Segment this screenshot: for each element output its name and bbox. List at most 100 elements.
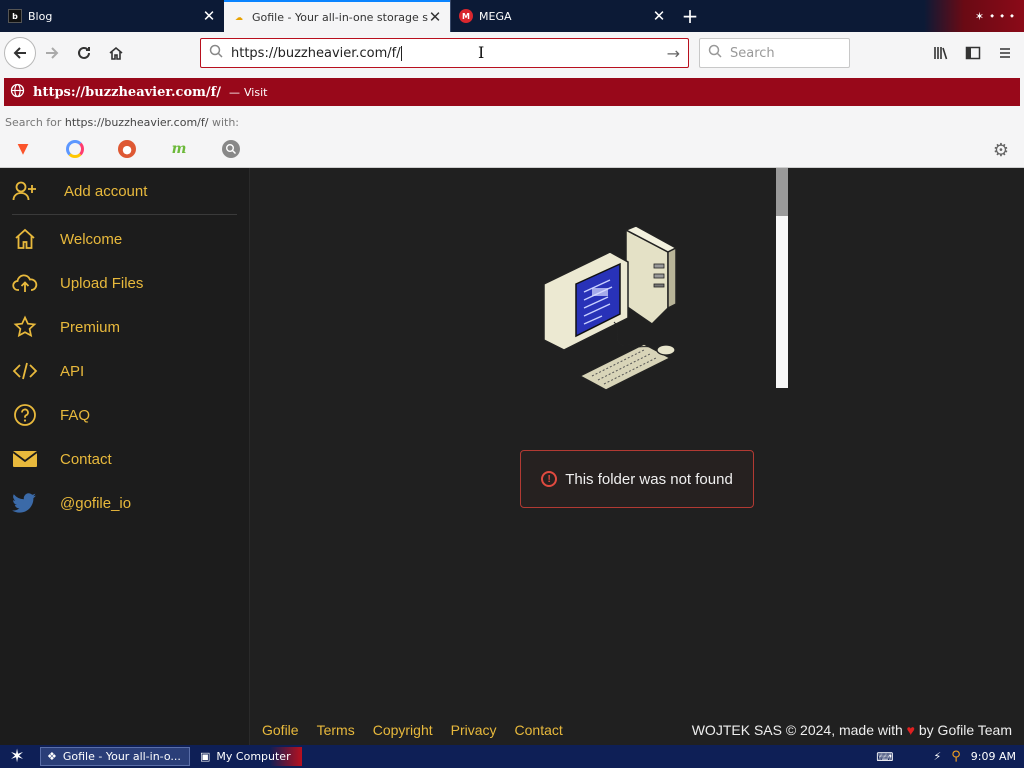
computer-icon: ▣: [200, 750, 211, 763]
warning-icon: !: [541, 471, 558, 487]
hamburger-icon: [1000, 48, 1010, 58]
other-search-icon[interactable]: [222, 140, 240, 158]
tab-strip: b Blog ✕ ☁ Gofile - Your all-in-one stor…: [0, 0, 1024, 32]
search-engines: ▼ ● m: [14, 140, 240, 158]
library-button[interactable]: [930, 37, 952, 69]
tab-title: MEGA: [479, 9, 512, 23]
search-for-label: Search for https://buzzheavier.com/f/ wi…: [5, 116, 240, 129]
library-icon: [934, 47, 948, 60]
search-box[interactable]: Search: [699, 38, 850, 68]
star-icon: [12, 314, 38, 340]
sidebar-item-label: Upload Files: [60, 274, 144, 292]
keyboard-icon[interactable]: ⌨: [876, 750, 893, 764]
taskbar-item-gofile[interactable]: ❖ Gofile - Your all-in-o...: [40, 747, 190, 766]
blog-favicon-icon: b: [8, 9, 22, 23]
toolbar-right: [930, 37, 1016, 69]
start-button[interactable]: ✶: [0, 745, 34, 768]
navigation-toolbar: https://buzzheavier.com/f/ → I Search: [0, 32, 1024, 74]
gofile-favicon-icon: ☁: [235, 12, 243, 22]
footer-link-gofile[interactable]: Gofile: [262, 722, 299, 738]
new-tab-button[interactable]: +: [674, 0, 706, 32]
address-input[interactable]: https://buzzheavier.com/f/: [231, 45, 667, 61]
close-icon[interactable]: ✕: [428, 10, 442, 25]
sidebar-icon: [965, 46, 981, 60]
close-icon[interactable]: ✕: [652, 9, 666, 24]
browser-icon: ❖: [47, 750, 57, 763]
clock: 9:09 AM: [970, 750, 1016, 763]
question-icon: [12, 402, 38, 428]
taskbar: ✶ ❖ Gofile - Your all-in-o... ▣ My Compu…: [0, 745, 1024, 768]
sidebar-toggle-button[interactable]: [962, 37, 984, 69]
star-icon: ✶: [974, 9, 985, 23]
taskbar-item-my-computer[interactable]: ▣ My Computer: [194, 747, 302, 766]
maximize-icon[interactable]: ⬩: [1000, 9, 1004, 23]
sidebar-item-welcome[interactable]: Welcome: [12, 224, 122, 254]
add-account-button[interactable]: Add account: [12, 176, 147, 206]
sidebar-item-api[interactable]: API: [12, 356, 84, 386]
go-arrow-icon[interactable]: →: [667, 44, 680, 63]
error-message-box: ! This folder was not found: [520, 450, 754, 508]
search-icon[interactable]: ⚲: [951, 749, 961, 764]
home-icon: [12, 226, 38, 252]
globe-icon: [10, 83, 25, 102]
sidebar-item-twitter[interactable]: @gofile_io: [12, 488, 131, 518]
sidebar-item-label: API: [60, 362, 85, 380]
duckduckgo-search-icon[interactable]: ●: [118, 140, 136, 158]
suggestion-action: Visit: [244, 85, 268, 99]
system-tray: ⌨ ⚡ ⚲ 9:09 AM: [876, 745, 1016, 768]
qwant-search-icon[interactable]: [66, 140, 84, 158]
window-controls: ✶ ⬩ ⬩ ⬩: [924, 0, 1024, 32]
suggestion-separator: —: [229, 85, 240, 99]
tab-title: Blog: [28, 9, 53, 23]
footer-link-contact[interactable]: Contact: [515, 722, 563, 738]
tab-blog[interactable]: b Blog ✕: [0, 0, 224, 32]
sidebar: Add account Welcome Upload Files Premium: [0, 168, 250, 745]
arrow-right-icon: [46, 47, 59, 59]
text-cursor-icon: I: [478, 43, 485, 62]
close-icon[interactable]: ✕: [202, 9, 216, 24]
window-close-icon[interactable]: ⬩: [1010, 9, 1014, 23]
footer-link-copyright[interactable]: Copyright: [373, 722, 433, 738]
gear-icon[interactable]: ⚙: [993, 140, 1009, 161]
sidebar-item-upload-files[interactable]: Upload Files: [12, 268, 143, 298]
footer-link-terms[interactable]: Terms: [317, 722, 355, 738]
heart-icon: ♥: [906, 722, 915, 738]
footer-link-privacy[interactable]: Privacy: [451, 722, 497, 738]
url-suggestion[interactable]: https://buzzheavier.com/f/ — Visit: [4, 78, 1020, 106]
tab-title: Gofile - Your all-in-one storage so: [252, 10, 428, 24]
main-content: ! This folder was not found Gofile Terms…: [250, 168, 1024, 745]
network-icon[interactable]: ⚡: [934, 750, 942, 763]
sidebar-item-label: FAQ: [60, 406, 91, 424]
scrollbar[interactable]: [776, 168, 788, 388]
forward-button[interactable]: [36, 37, 68, 69]
menu-button[interactable]: [994, 37, 1016, 69]
tab-gofile[interactable]: ☁ Gofile - Your all-in-one storage so ✕: [224, 0, 450, 32]
url-dropdown: https://buzzheavier.com/f/ — Visit Searc…: [0, 74, 1024, 168]
arrow-left-icon: [13, 47, 26, 59]
screen: b Blog ✕ ☁ Gofile - Your all-in-one stor…: [0, 0, 1024, 768]
add-account-label: Add account: [64, 182, 148, 200]
reload-button[interactable]: [68, 37, 100, 69]
brave-search-icon[interactable]: ▼: [14, 140, 32, 158]
search-input[interactable]: Search: [730, 46, 775, 61]
address-bar[interactable]: https://buzzheavier.com/f/ →: [200, 38, 689, 68]
mega-favicon-icon: M: [459, 9, 473, 23]
computer-illustration: [540, 225, 690, 395]
sidebar-item-premium[interactable]: Premium: [12, 312, 120, 342]
minimize-icon[interactable]: ⬩: [990, 9, 994, 23]
envelope-icon: [12, 446, 38, 472]
tab-mega[interactable]: M MEGA ✕: [450, 0, 674, 32]
taskbar-item-label: Gofile - Your all-in-o...: [62, 750, 181, 763]
sidebar-item-faq[interactable]: FAQ: [12, 400, 90, 430]
sidebar-item-contact[interactable]: Contact: [12, 444, 112, 474]
scrollbar-thumb[interactable]: [776, 168, 788, 216]
twitter-icon: [12, 490, 38, 516]
back-button[interactable]: [4, 37, 36, 69]
sidebar-item-label: Welcome: [60, 230, 123, 248]
user-plus-icon: [12, 178, 38, 204]
home-button[interactable]: [100, 37, 132, 69]
footer-credit: WOJTEK SAS © 2024, made with ♥ by Gofile…: [691, 722, 1012, 738]
search-icon: [209, 44, 223, 62]
taskbar-item-label: My Computer: [216, 750, 291, 763]
mojeek-search-icon[interactable]: m: [170, 140, 188, 158]
